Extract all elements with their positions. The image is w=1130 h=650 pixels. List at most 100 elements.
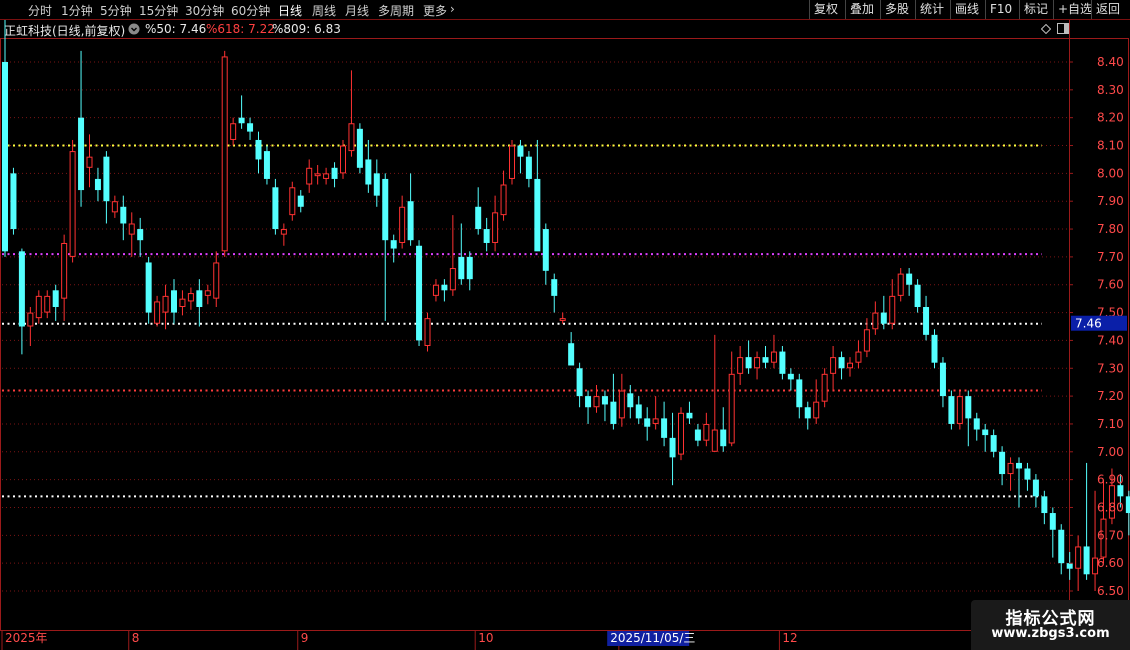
y-tick-label: 7.40 [1097,333,1124,347]
candle-body [128,223,135,235]
period-toolbar: 分时 1分钟 5分钟 15分钟 30分钟 60分钟 日线 周线 月线 多周期 更… [0,0,1130,20]
y-tick-label: 6.80 [1097,500,1124,514]
candle-body [534,178,541,252]
y-tick-label: 6.90 [1097,473,1124,487]
period-tab-daily[interactable]: 日线 [278,2,302,19]
candle-body [1007,462,1014,475]
f10-button[interactable]: F10 [985,0,1016,19]
back-button[interactable]: 返回 [1091,0,1124,19]
add-watchlist-button[interactable]: +自选 [1053,0,1096,19]
candle-body [551,279,558,296]
candle-body [956,396,963,424]
mark-button[interactable]: 标记 [1019,0,1052,19]
candle-body [1024,468,1031,480]
candle-body [703,423,710,441]
period-tab-monthly[interactable]: 月线 [345,2,369,19]
y-tick-label: 7.80 [1097,222,1124,236]
candle-body [365,159,372,185]
candle-body [297,195,304,207]
candle-body [1032,479,1039,497]
candle-body [306,167,313,185]
current-price-label: 7.46 [1075,317,1102,331]
candle-body [238,117,245,124]
candle-body [999,451,1006,475]
chevron-right-icon[interactable]: › [450,2,455,16]
y-tick-label: 7.90 [1097,194,1124,208]
candle-body [568,343,575,366]
candle-body [458,256,465,280]
candle-body [255,139,262,160]
period-tab-weekly[interactable]: 周线 [312,2,336,19]
x-tick-label: 8 [132,631,140,645]
candle-body [644,418,651,427]
candle-body [737,357,744,374]
crosshair-date-label: 2025/11/05/三 [610,631,695,645]
y-tick-label: 7.20 [1097,389,1124,403]
period-tab-fenshi[interactable]: 分时 [28,2,52,19]
candle-body [762,357,769,363]
candle-body [204,290,211,296]
candle-body [44,295,51,313]
candle-body [323,173,330,179]
candle-body [931,334,938,363]
candle-body [280,229,287,235]
period-tab-60min[interactable]: 60分钟 [231,2,270,19]
candle-body [2,62,8,252]
candle-body [466,256,473,280]
candle-body [382,178,389,241]
x-tick-label: 12 [782,631,797,645]
period-tab-1min[interactable]: 1分钟 [61,2,93,19]
candle-body [162,295,169,313]
candle-body [441,284,448,291]
candle-body [635,404,642,419]
candle-body [855,351,862,363]
candle-body [1049,513,1056,530]
statistics-button[interactable]: 统计 [915,0,948,19]
candle-body [272,187,279,230]
candle-body [120,206,127,224]
y-tick-label: 8.00 [1097,166,1124,180]
multi-stock-button[interactable]: 多股 [880,0,913,19]
candle-body [432,284,439,296]
candles [2,20,1130,591]
y-tick-label: 8.10 [1097,139,1124,153]
candle-body [94,178,101,191]
candle-body [111,201,118,213]
period-tab-30min[interactable]: 30分钟 [185,2,224,19]
candle-body [424,318,431,346]
y-tick-label: 8.20 [1097,111,1124,125]
candle-body [576,368,583,397]
candle-body [745,357,752,369]
candle-body [356,128,363,168]
period-tab-more[interactable]: 更多 [423,2,447,19]
candle-body [247,123,254,132]
period-tab-5min[interactable]: 5分钟 [100,2,132,19]
candle-body [500,184,507,216]
candle-body [821,373,828,402]
candle-body [872,312,879,330]
candle-body [1066,563,1073,569]
overlay-button[interactable]: 叠加 [845,0,878,19]
candle-body [230,123,237,140]
period-tab-15min[interactable]: 15分钟 [139,2,178,19]
watermark-badge: 指标公式网 www.zbgs3.com [971,600,1130,650]
candle-body [686,412,693,419]
draw-line-button[interactable]: 画线 [950,0,983,19]
period-tab-multi[interactable]: 多周期 [378,2,414,19]
candle-body [416,245,423,341]
candle-body [787,373,794,380]
candle-body [10,173,17,230]
candle-body [187,293,194,302]
candle-body [661,418,668,438]
candlestick-chart[interactable]: 8.408.308.208.108.007.907.807.707.607.50… [0,20,1130,650]
plot-border [0,38,1129,631]
candle-body [289,187,296,216]
candle-body [982,429,989,436]
fuquan-button[interactable]: 复权 [809,0,842,19]
candle-body [407,201,414,241]
candle-body [990,435,997,452]
candle-body [939,362,946,397]
y-tick-label: 7.30 [1097,361,1124,375]
candle-body [399,206,406,243]
candle-body [331,167,338,179]
